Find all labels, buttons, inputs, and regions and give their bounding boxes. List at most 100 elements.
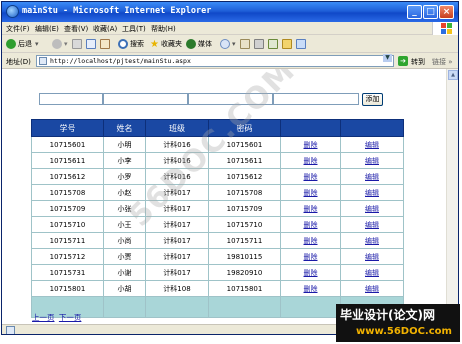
cell-student-id: 10715612: [31, 168, 104, 185]
edit-link[interactable]: 编辑: [340, 264, 404, 281]
delete-link[interactable]: 删除: [280, 216, 341, 233]
student-id-input[interactable]: [39, 93, 103, 105]
scroll-up-icon[interactable]: ▲: [448, 70, 458, 80]
address-dropdown-chevron-icon[interactable]: ▼: [383, 54, 392, 62]
print-button[interactable]: [254, 38, 264, 50]
menu-view[interactable]: 查看(V): [64, 24, 88, 34]
brand-title: 毕业设计(论文)网: [340, 308, 435, 322]
cell-class: 计科017: [145, 248, 209, 265]
cell-student-id: 10715712: [31, 248, 104, 265]
edit-link[interactable]: 编辑: [340, 152, 404, 169]
delete-link[interactable]: 删除: [280, 264, 341, 281]
delete-link[interactable]: 删除: [280, 136, 341, 153]
password-input[interactable]: [273, 93, 359, 105]
table-row: 10715708 小赵 计科017 10715708 删除 编辑: [31, 184, 404, 201]
stop-button[interactable]: [72, 38, 82, 50]
edit-link[interactable]: 编辑: [340, 280, 404, 297]
chevron-down-icon[interactable]: ▾: [35, 40, 39, 48]
media-button[interactable]: 媒体: [186, 38, 212, 50]
site-brand-watermark: 毕业设计(论文)网 www.56DOC.com: [336, 304, 460, 342]
edit-link[interactable]: 编辑: [340, 168, 404, 185]
go-arrow-icon[interactable]: ➔: [398, 56, 408, 66]
chevron-down-icon[interactable]: ▾: [64, 40, 68, 48]
forward-button[interactable]: ▾: [52, 38, 68, 50]
cell-password: 10715710: [208, 216, 281, 233]
title-bar[interactable]: mainStu - Microsoft Internet Explorer _ …: [2, 2, 458, 22]
favorites-label: 收藏夹: [160, 40, 182, 48]
print-icon: [254, 39, 264, 49]
cell-password: 19820910: [208, 264, 281, 281]
menu-file[interactable]: 文件(F): [6, 24, 30, 34]
delete-link[interactable]: 删除: [280, 200, 341, 217]
back-arrow-icon: [6, 39, 16, 49]
toolbar: 后退 ▾ ▾ 搜索 ★ 收藏夹 媒体 ▾: [2, 35, 458, 53]
menu-help[interactable]: 帮助(H): [151, 24, 176, 34]
edit-link[interactable]: 编辑: [340, 248, 404, 265]
pagination: 上一页 下一页: [32, 312, 83, 323]
cell-password: 10715801: [208, 280, 281, 297]
status-page-icon: [6, 326, 15, 334]
table-row: 10715710 小王 计科017 10715710 删除 编辑: [31, 216, 404, 233]
back-label: 后退: [18, 40, 32, 48]
search-button[interactable]: 搜索: [118, 38, 144, 50]
menu-bar: 文件(F) 编辑(E) 查看(V) 收藏(A) 工具(T) 帮助(H): [2, 22, 458, 35]
cell-student-id: 10715708: [31, 184, 104, 201]
back-button[interactable]: 后退 ▾: [6, 38, 39, 50]
delete-link[interactable]: 删除: [280, 280, 341, 297]
table-row: 10715709 小张 计科017 10715709 删除 编辑: [31, 200, 404, 217]
footer-cell: [145, 296, 209, 318]
edit-link[interactable]: 编辑: [340, 184, 404, 201]
student-name-input[interactable]: [103, 93, 188, 105]
edit-link[interactable]: 编辑: [340, 216, 404, 233]
delete-link[interactable]: 删除: [280, 248, 341, 265]
cell-name: 小罗: [103, 168, 146, 185]
close-button[interactable]: ×: [439, 5, 454, 19]
add-button[interactable]: 添加: [362, 93, 383, 106]
cell-class: 计科108: [145, 280, 209, 297]
prev-page-link[interactable]: 上一页: [32, 313, 55, 322]
minimize-button[interactable]: _: [407, 5, 422, 19]
favorites-button[interactable]: ★ 收藏夹: [150, 38, 182, 50]
address-label: 地址(D): [6, 58, 31, 66]
edit-link[interactable]: 编辑: [340, 200, 404, 217]
maximize-button[interactable]: □: [423, 5, 438, 19]
chevron-down-icon[interactable]: ▾: [232, 40, 236, 48]
forward-arrow-icon: [52, 39, 62, 49]
address-input[interactable]: http://localhost/pjtest/mainStu.aspx: [36, 55, 394, 67]
cell-student-id: 10715611: [31, 152, 104, 169]
menu-edit[interactable]: 编辑(E): [35, 24, 59, 34]
messenger-button[interactable]: [296, 38, 306, 50]
cell-student-id: 10715801: [31, 280, 104, 297]
next-page-link[interactable]: 下一页: [59, 313, 82, 322]
column-header-name: 姓名: [103, 119, 146, 137]
edit-icon: [268, 39, 278, 49]
mail-icon: [240, 39, 250, 49]
menu-tools[interactable]: 工具(T): [122, 24, 146, 34]
folder-button[interactable]: [282, 38, 292, 50]
cell-password: 10715711: [208, 232, 281, 249]
menu-favorites[interactable]: 收藏(A): [93, 24, 117, 34]
delete-link[interactable]: 删除: [280, 168, 341, 185]
browser-window: mainStu - Microsoft Internet Explorer _ …: [1, 1, 459, 335]
go-button[interactable]: 转到: [411, 57, 425, 67]
mail-button[interactable]: [240, 38, 250, 50]
delete-link[interactable]: 删除: [280, 152, 341, 169]
window-title: mainStu - Microsoft Internet Explorer: [22, 6, 212, 16]
refresh-button[interactable]: [86, 38, 96, 50]
vertical-scrollbar[interactable]: ▲ ▼: [446, 69, 458, 324]
page-icon: [39, 57, 47, 65]
cell-password: 19810115: [208, 248, 281, 265]
home-button[interactable]: [100, 38, 110, 50]
page-content: 添加 学号 姓名 班级 密码 10715601 小明 计科016 1071560…: [2, 69, 446, 324]
edit-link[interactable]: 编辑: [340, 232, 404, 249]
delete-link[interactable]: 删除: [280, 184, 341, 201]
edit-page-button[interactable]: [268, 38, 278, 50]
cell-student-id: 10715731: [31, 264, 104, 281]
links-button[interactable]: 链接 »: [432, 57, 453, 67]
history-button[interactable]: ▾: [220, 38, 236, 50]
cell-password: 10715612: [208, 168, 281, 185]
edit-link[interactable]: 编辑: [340, 136, 404, 153]
footer-cell: [208, 296, 281, 318]
delete-link[interactable]: 删除: [280, 232, 341, 249]
cell-class: 计科017: [145, 232, 209, 249]
